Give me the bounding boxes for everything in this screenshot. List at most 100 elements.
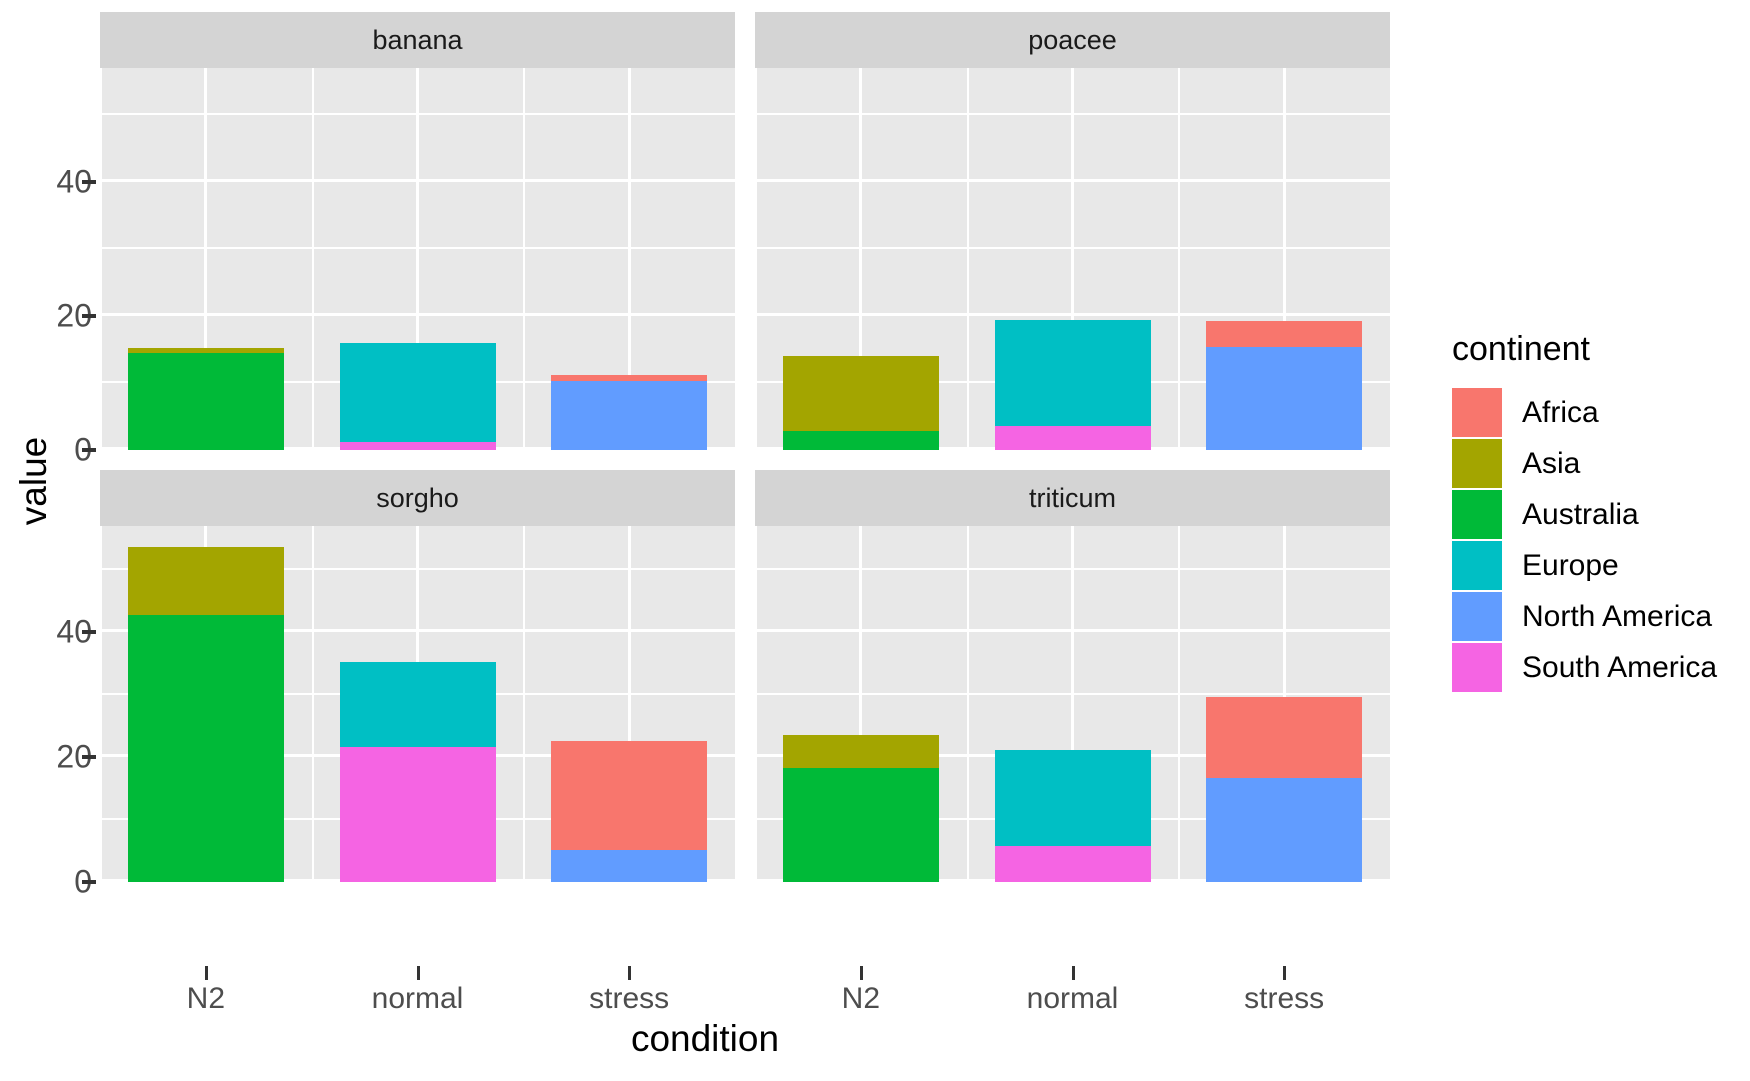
legend-item-africa[interactable]: Africa: [1452, 387, 1742, 438]
bar-banana-stress[interactable]: [551, 374, 708, 450]
legend-title: continent: [1452, 330, 1590, 368]
bar-banana-N2[interactable]: [127, 348, 284, 450]
legend-item-north-america[interactable]: North America: [1452, 591, 1742, 642]
bar-segment-asia[interactable]: [782, 735, 939, 768]
bar-segment-europe[interactable]: [339, 661, 496, 748]
x-axis-tick-mark: [628, 966, 632, 980]
bar-segment-north-america[interactable]: [1206, 777, 1363, 882]
facet-row-top: banana poacee: [100, 12, 1390, 450]
facet-strip-label: banana: [372, 24, 463, 55]
y-axis-tick-label: 0: [0, 864, 92, 901]
bar-sorgho-stress[interactable]: [551, 741, 708, 882]
y-axis-tick-label: 20: [56, 297, 92, 334]
gridline-minor-vertical: [966, 68, 969, 450]
bar-segment-australia[interactable]: [782, 431, 939, 450]
facet-strip-label: triticum: [1029, 482, 1116, 513]
gridline-minor-vertical: [523, 526, 526, 882]
bar-segment-australia[interactable]: [127, 614, 284, 882]
bar-segment-south-america[interactable]: [339, 747, 496, 882]
bar-segment-europe[interactable]: [994, 750, 1151, 846]
x-axis-tick-mark: [204, 966, 208, 980]
facet-row-bottom: sorgho triticum: [100, 470, 1390, 882]
y-axis-tick-mark: [82, 630, 96, 635]
x-axis-tick-label-stress: stress: [1244, 982, 1325, 1015]
facet-plot-poacee: [755, 68, 1390, 450]
bar-segment-africa[interactable]: [1206, 696, 1363, 778]
x-axis-title: condition: [0, 1018, 1410, 1060]
bar-segment-australia[interactable]: [127, 352, 284, 450]
bar-segment-north-america[interactable]: [551, 849, 708, 882]
x-axis-tick-label-normal: normal: [1026, 982, 1119, 1015]
y-axis-tick-mark: [82, 755, 96, 760]
y-axis-tick-mark: [82, 880, 96, 884]
facet-strip-poacee: poacee: [755, 12, 1390, 68]
gridline-minor-vertical: [755, 526, 757, 882]
bar-poacee-N2[interactable]: [782, 356, 939, 450]
bar-segment-south-america[interactable]: [994, 845, 1151, 882]
bar-segment-north-america[interactable]: [1206, 347, 1363, 450]
legend-color-swatch: [1452, 439, 1502, 488]
facet-panel-banana: banana: [100, 12, 735, 450]
bar-triticum-N2[interactable]: [782, 735, 939, 882]
bar-poacee-stress[interactable]: [1206, 320, 1363, 450]
gridline-minor-vertical: [966, 526, 969, 882]
legend-color-swatch: [1452, 541, 1502, 590]
gridline-minor-vertical: [100, 68, 102, 450]
x-axis-tick-mark: [1071, 966, 1075, 980]
bar-segment-europe[interactable]: [339, 342, 496, 442]
facet-strip-label: poacee: [1028, 24, 1117, 55]
legend-item-south-america[interactable]: South America: [1452, 642, 1742, 693]
bar-segment-asia[interactable]: [127, 547, 284, 615]
facet-plot-triticum: [755, 526, 1390, 882]
gridline-minor-vertical: [1178, 68, 1181, 450]
bar-poacee-normal[interactable]: [994, 320, 1151, 450]
gridline-minor-vertical: [523, 68, 526, 450]
legend-item-europe[interactable]: Europe: [1452, 540, 1742, 591]
gridline-minor-vertical: [311, 68, 314, 450]
bar-segment-south-america[interactable]: [994, 425, 1151, 450]
facet-plot-banana: [100, 68, 735, 450]
bar-segment-europe[interactable]: [994, 320, 1151, 426]
legend-item-label: Australia: [1522, 497, 1639, 531]
legend-item-australia[interactable]: Australia: [1452, 489, 1742, 540]
facet-strip-banana: banana: [100, 12, 735, 68]
y-axis-tick-label: 40: [56, 613, 92, 650]
gridline-minor-vertical: [100, 526, 102, 882]
bar-segment-south-america[interactable]: [339, 441, 496, 450]
facet-strip-label: sorgho: [376, 482, 459, 513]
bar-banana-normal[interactable]: [339, 342, 496, 450]
x-axis-tick-label-N2: N2: [841, 982, 881, 1015]
legend-color-swatch: [1452, 388, 1502, 437]
x-axis-tick-mark: [859, 966, 863, 980]
gridline-minor-vertical: [755, 68, 757, 450]
bar-sorgho-N2[interactable]: [127, 547, 284, 882]
legend-item-label: Asia: [1522, 446, 1581, 480]
x-axis-tick-mark: [1283, 966, 1287, 980]
bar-sorgho-normal[interactable]: [339, 661, 496, 882]
bar-segment-africa[interactable]: [1206, 320, 1363, 348]
legend-item-asia[interactable]: Asia: [1452, 438, 1742, 489]
legend-color-swatch: [1452, 592, 1502, 641]
x-axis-tick-label-N2: N2: [186, 982, 226, 1015]
y-axis-tick-mark: [82, 179, 96, 184]
x-axis-tick-mark: [416, 966, 420, 980]
plot-area: banana poacee sorgho triticum: [100, 12, 1390, 964]
bar-segment-north-america[interactable]: [551, 380, 708, 450]
bar-segment-asia[interactable]: [782, 356, 939, 432]
bar-segment-africa[interactable]: [551, 741, 708, 850]
facet-panel-poacee: poacee: [755, 12, 1390, 450]
facet-strip-triticum: triticum: [755, 470, 1390, 526]
bar-triticum-normal[interactable]: [994, 750, 1151, 882]
legend-color-swatch: [1452, 643, 1502, 692]
facet-strip-sorgho: sorgho: [100, 470, 735, 526]
bar-segment-australia[interactable]: [782, 767, 939, 882]
facet-panel-triticum: triticum: [755, 470, 1390, 882]
gridline-minor-vertical: [311, 526, 314, 882]
y-axis-tick-mark: [82, 448, 96, 452]
bar-triticum-stress[interactable]: [1206, 696, 1363, 882]
y-axis-tick-label: 0: [0, 432, 92, 469]
x-axis-tick-label-normal: normal: [371, 982, 464, 1015]
facet-panel-sorgho: sorgho: [100, 470, 735, 882]
legend-item-label: Europe: [1522, 548, 1619, 582]
y-axis-title: value: [6, 0, 62, 1081]
